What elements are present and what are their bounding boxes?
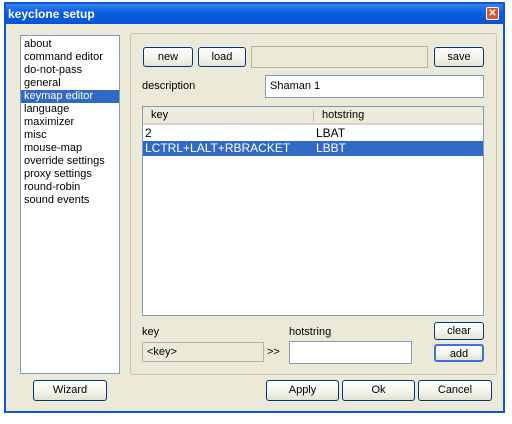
- wizard-button[interactable]: Wizard: [33, 380, 107, 401]
- title-bar[interactable]: keyclone setup ✕: [6, 4, 503, 24]
- hotstring-label: hotstring: [289, 326, 332, 338]
- cell-key: LCTRL+LALT+RBRACKET: [145, 141, 291, 155]
- sidebar-item-sound-events[interactable]: sound events: [21, 194, 119, 207]
- sidebar-item-do-not-pass[interactable]: do-not-pass: [21, 64, 119, 77]
- description-label: description: [142, 80, 196, 92]
- sidebar-item-misc[interactable]: misc: [21, 129, 119, 142]
- table-header: key hotstring: [143, 107, 483, 125]
- add-button[interactable]: add: [434, 344, 484, 362]
- sidebar-item-override-settings[interactable]: override settings: [21, 155, 119, 168]
- sidebar-item-keymap-editor[interactable]: keymap editor: [21, 90, 119, 103]
- sidebar-item-general[interactable]: general: [21, 77, 119, 90]
- sidebar-item-proxy-settings[interactable]: proxy settings: [21, 168, 119, 181]
- table-row[interactable]: LCTRL+LALT+RBRACKET LBBT: [143, 141, 483, 156]
- cell-hotstring: LBBT: [316, 141, 347, 155]
- clear-button[interactable]: clear: [434, 322, 484, 340]
- sidebar-item-mouse-map[interactable]: mouse-map: [21, 142, 119, 155]
- sidebar-item-round-robin[interactable]: round-robin: [21, 181, 119, 194]
- description-field[interactable]: Shaman 1: [265, 75, 484, 98]
- cancel-button[interactable]: Cancel: [418, 380, 492, 401]
- column-divider[interactable]: [313, 110, 314, 122]
- assign-arrow: >>: [267, 346, 280, 358]
- sidebar-item-language[interactable]: language: [21, 103, 119, 116]
- column-header-key[interactable]: key: [151, 109, 168, 121]
- apply-button[interactable]: Apply: [266, 380, 339, 401]
- sidebar-item-about[interactable]: about: [21, 38, 119, 51]
- cell-hotstring: LBAT: [316, 126, 346, 140]
- key-capture-field[interactable]: <key>: [142, 342, 264, 362]
- key-label: key: [142, 326, 160, 338]
- settings-category-list[interactable]: about command editor do-not-pass general key…: [20, 35, 120, 374]
- table-row[interactable]: 2 LBAT: [143, 126, 483, 141]
- column-header-hotstring[interactable]: hotstring: [322, 109, 364, 121]
- dialog-window: keyclone setup ✕ about command editor do-n…: [4, 2, 505, 413]
- save-button[interactable]: save: [434, 47, 484, 67]
- load-button[interactable]: load: [198, 47, 246, 67]
- new-button[interactable]: new: [143, 47, 193, 67]
- sidebar-item-maximizer[interactable]: maximizer: [21, 116, 119, 129]
- sidebar-item-command-editor[interactable]: command editor: [21, 51, 119, 64]
- hotstring-input[interactable]: [289, 341, 412, 364]
- close-icon[interactable]: ✕: [486, 7, 499, 20]
- ok-button[interactable]: Ok: [342, 380, 415, 401]
- keymap-table[interactable]: key hotstring 2 LBAT LCTRL+LALT+RBRACKET LB…: [142, 106, 484, 316]
- cell-key: 2: [145, 126, 152, 140]
- keymap-file-field: [251, 46, 428, 68]
- window-title: keyclone setup: [8, 7, 95, 21]
